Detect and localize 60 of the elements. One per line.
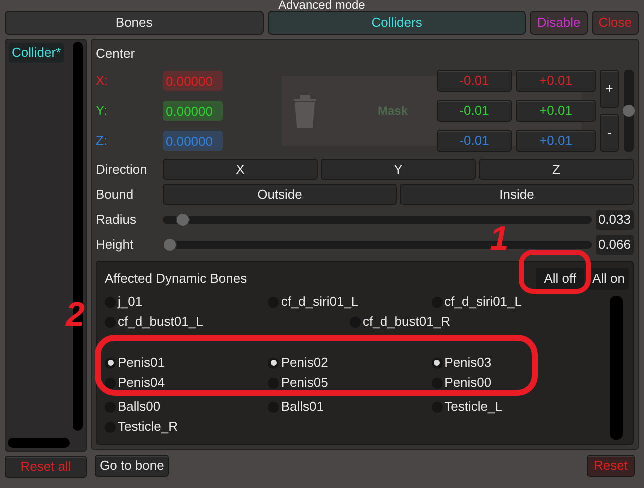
bone-label: cf_d_bust01_L [118,313,204,332]
decrement-button[interactable]: -0.01 [437,100,512,122]
slider-track[interactable] [163,216,592,224]
bone-label: cf_d_bust01_R [363,313,450,332]
checkbox[interactable] [105,378,116,388]
bone-label: Penis00 [444,374,492,392]
row-label: Bound [96,186,135,204]
increment-button[interactable]: +0.01 [516,130,596,152]
axis-label: Z: [96,132,109,150]
bone-label: Testicle_L [444,398,502,416]
row-label: Radius [96,210,138,229]
checkbox[interactable] [432,378,443,388]
go-to-bone-button[interactable]: Go to bone [95,455,170,477]
bone-label: Balls00 [118,398,161,416]
bone-label: Penis01 [118,354,165,372]
bone-label: Testicle_R [118,418,178,436]
bone-label: cf_d_siri01_L [281,293,359,312]
step-slider-track[interactable] [624,70,634,152]
row-label: Direction [96,160,148,179]
checkbox[interactable] [268,358,280,368]
annotation-number: 2 [66,298,85,332]
direction-option[interactable]: Z [479,159,634,180]
bone-label: j_01 [118,293,143,312]
slider-value-field[interactable]: 0.033 [596,210,634,230]
window-title: Advanced mode [278,0,366,10]
step-plus-button[interactable]: + [600,70,619,108]
increment-button[interactable]: +0.01 [516,100,596,122]
slider-thumb[interactable] [176,212,190,226]
bone-label: Penis03 [444,354,492,372]
tab[interactable]: Bones [5,11,264,35]
scrollbar[interactable] [8,438,70,448]
bone-label: cf_d_siri01_L [444,293,522,312]
bone-label: Penis05 [281,374,328,392]
direction-option[interactable]: Y [321,159,476,180]
axis-label: Y: [96,102,109,120]
slider-value-field[interactable]: 0.066 [596,234,634,254]
trash-icon [292,94,318,128]
tab[interactable]: Colliders [268,11,526,35]
direction-option[interactable]: X [163,159,318,180]
checkbox[interactable] [105,358,116,368]
all-off-button[interactable]: All off [536,268,584,290]
all-on-button[interactable]: All on [588,268,629,290]
step-minus-button[interactable]: - [600,114,619,152]
bone-label: Penis02 [281,354,328,372]
checkbox[interactable] [268,378,280,388]
section-title: Affected Dynamic Bones [105,270,248,288]
collider-item[interactable]: Collider* [9,43,64,63]
decrement-button[interactable]: -0.01 [437,130,512,152]
bound-option[interactable]: Outside [163,184,397,205]
checkbox[interactable] [432,358,443,368]
annotation-number: 1 [490,222,509,256]
bone-label: Penis04 [118,374,165,392]
axis-label: X: [96,72,110,90]
section-title: Center [96,45,136,63]
row-label: Height [96,236,135,254]
bound-option[interactable]: Inside [400,184,634,205]
slider-thumb[interactable] [163,238,177,252]
bone-label: Balls01 [281,398,324,416]
scrollbar[interactable] [610,296,623,440]
slider-thumb[interactable] [623,105,635,117]
